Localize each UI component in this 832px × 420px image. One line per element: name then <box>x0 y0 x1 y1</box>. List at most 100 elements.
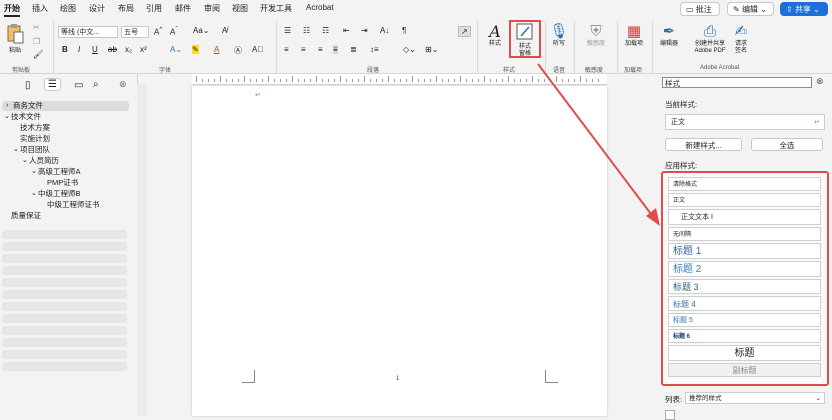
numbering-icon[interactable]: ☷ <box>303 26 310 35</box>
style-item[interactable]: 标题 2 <box>668 261 821 277</box>
tab-review[interactable]: 审阅 <box>204 3 220 14</box>
chevron-down-icon[interactable]: ⌄ <box>22 156 28 166</box>
copy-icon[interactable]: ❐ <box>33 37 40 46</box>
subscript-icon[interactable]: x₂ <box>125 45 132 54</box>
nav-heading-item[interactable]: 质量保证 <box>0 211 127 221</box>
nav-heading-item[interactable]: 实施计划 <box>0 134 127 144</box>
clear-format-icon[interactable]: A̸ <box>222 26 227 35</box>
style-item[interactable]: 无间隔 <box>668 227 821 241</box>
sort-icon[interactable]: A↓ <box>380 26 389 35</box>
shrink-font-icon[interactable]: Aˇ <box>170 26 178 37</box>
list-filter-select[interactable]: 推荐的样式 ⌄ <box>685 392 825 404</box>
justify-icon[interactable]: ≡ <box>333 45 338 54</box>
addins-button[interactable]: ▦ 加载项 <box>622 23 646 48</box>
style-item[interactable]: 标题 4 <box>668 296 821 311</box>
style-item[interactable]: 标题 1 <box>668 243 821 259</box>
nav-heading-item[interactable]: 技术方案 <box>0 123 127 133</box>
select-all-button[interactable]: 全选 <box>751 138 823 151</box>
tab-home[interactable]: 开始 <box>4 3 20 17</box>
tab-insert[interactable]: 插入 <box>32 3 48 14</box>
align-right-icon[interactable]: ≡ <box>318 45 323 54</box>
find-replace-icon[interactable]: ↗ <box>458 26 471 37</box>
search-icon[interactable]: ⌕ <box>93 79 99 90</box>
superscript-icon[interactable]: x² <box>140 45 147 54</box>
format-painter-icon[interactable]: 🖌 <box>33 50 43 59</box>
line-spacing-icon[interactable]: ↕≡ <box>370 45 379 54</box>
editor-button[interactable]: ✒ 编辑器 <box>656 23 682 48</box>
nav-heading-item[interactable]: ⌄ 项目团队 <box>0 145 127 155</box>
preview-checkbox[interactable] <box>665 410 675 420</box>
ruler-tick <box>568 79 569 82</box>
nav-heading-item[interactable]: ⌄ 人员简历 <box>0 156 127 166</box>
cut-icon[interactable]: ✂ <box>33 23 40 32</box>
shading-icon[interactable]: ◇⌄ <box>403 45 416 54</box>
comment-button[interactable]: ▭ 批注 <box>680 2 720 16</box>
tab-mailings[interactable]: 邮件 <box>175 3 191 14</box>
tab-developer[interactable]: 开发工具 <box>260 3 292 14</box>
style-item[interactable]: 正文 <box>668 193 821 207</box>
style-item[interactable]: 正文文本 I <box>668 209 821 225</box>
chevron-down-icon[interactable]: ⌄ <box>4 112 10 122</box>
change-case-icon[interactable]: Aa⌄ <box>193 26 210 35</box>
char-shading-icon[interactable]: Ⓐ <box>234 45 242 56</box>
font-size-select[interactable]: 五号 <box>121 26 149 38</box>
close-icon[interactable]: ⊗ <box>119 79 127 90</box>
nav-heading-item[interactable]: 中级工程师证书 <box>0 200 127 210</box>
show-marks-icon[interactable]: ¶ <box>402 26 406 35</box>
bullets-icon[interactable]: ☰ <box>284 26 291 35</box>
highlight-icon[interactable]: ✎ <box>192 45 199 54</box>
request-sign-button[interactable]: ✍ 请求 签名 <box>730 23 752 55</box>
tab-references[interactable]: 引用 <box>146 3 162 14</box>
underline-icon[interactable]: U <box>92 45 98 54</box>
char-border-icon[interactable]: A⃞ <box>252 45 263 54</box>
style-item[interactable]: 标题 3 <box>668 279 821 294</box>
tab-acrobat[interactable]: Acrobat <box>306 3 334 12</box>
increase-indent-icon[interactable]: ⇥ <box>361 26 368 35</box>
grow-font-icon[interactable]: A^ <box>154 26 162 37</box>
font-color-icon[interactable]: A <box>214 45 219 54</box>
share-button[interactable]: ⇪ 共享 ⌄ <box>780 2 828 16</box>
style-item[interactable]: 副标题 <box>668 363 821 377</box>
strikethrough-icon[interactable]: ab <box>108 45 117 54</box>
chevron-right-icon[interactable]: › <box>6 101 8 111</box>
nav-heading-item[interactable]: ⌄ 技术文件 <box>0 112 127 122</box>
nav-heading-item[interactable]: ⌄ 中级工程师B <box>0 189 127 199</box>
italic-icon[interactable]: I <box>78 45 80 54</box>
chevron-down-icon[interactable]: ⌄ <box>31 189 37 199</box>
borders-icon[interactable]: ⊞⌄ <box>425 45 438 54</box>
nav-heading-item[interactable]: PMP证书 <box>0 178 127 188</box>
paste-button[interactable]: 粘贴 <box>5 23 25 55</box>
align-center-icon[interactable]: ≡ <box>301 45 306 54</box>
style-item[interactable]: 标题 5 <box>668 313 821 327</box>
thumbnails-tab-icon[interactable]: ▯ <box>25 80 31 91</box>
styles-gallery-button[interactable]: A 样式 <box>484 23 506 48</box>
tab-design[interactable]: 设计 <box>89 3 105 14</box>
pages-tab-icon[interactable]: ▭ <box>74 80 83 91</box>
style-item[interactable]: 清除格式 <box>668 177 821 191</box>
font-name-select[interactable]: 等线 (中文... <box>58 26 118 38</box>
decrease-indent-icon[interactable]: ⇤ <box>343 26 350 35</box>
multilevel-list-icon[interactable]: ☶ <box>322 26 329 35</box>
create-pdf-button[interactable]: ⎙ 创建并共享 Adobe PDF <box>692 23 728 55</box>
tab-layout[interactable]: 布局 <box>118 3 134 14</box>
style-item[interactable]: 标题 6 <box>668 329 821 343</box>
bold-icon[interactable]: B <box>62 45 68 54</box>
nav-heading-item[interactable]: ⌄ 高级工程师A <box>0 167 127 177</box>
tab-view[interactable]: 视图 <box>232 3 248 14</box>
dictate-button[interactable]: 🎙 听写 <box>549 23 569 48</box>
chevron-down-icon[interactable]: ⌄ <box>31 167 37 177</box>
distributed-icon[interactable]: ≣ <box>350 45 357 54</box>
align-left-icon[interactable]: ≡ <box>284 45 289 54</box>
headings-tab-icon[interactable]: ☰ <box>44 78 61 91</box>
tab-draw[interactable]: 绘图 <box>60 3 76 14</box>
close-icon[interactable]: ⊗ <box>816 76 824 87</box>
nav-heading-item[interactable]: › 商务文件 <box>2 101 129 111</box>
edit-mode-button[interactable]: ✎ 编辑 ⌄ <box>727 2 774 16</box>
text-effects-icon[interactable]: A⌄ <box>170 45 182 54</box>
style-item[interactable]: 标题 <box>668 345 821 361</box>
style-name-input[interactable]: 样式 <box>662 77 812 88</box>
sensitivity-button[interactable]: ⛨ 敏感度 <box>582 23 610 48</box>
chevron-down-icon[interactable]: ⌄ <box>13 145 19 155</box>
document-page[interactable]: ↵ 1 <box>192 86 607 416</box>
new-style-button[interactable]: 新建样式... <box>665 138 742 151</box>
